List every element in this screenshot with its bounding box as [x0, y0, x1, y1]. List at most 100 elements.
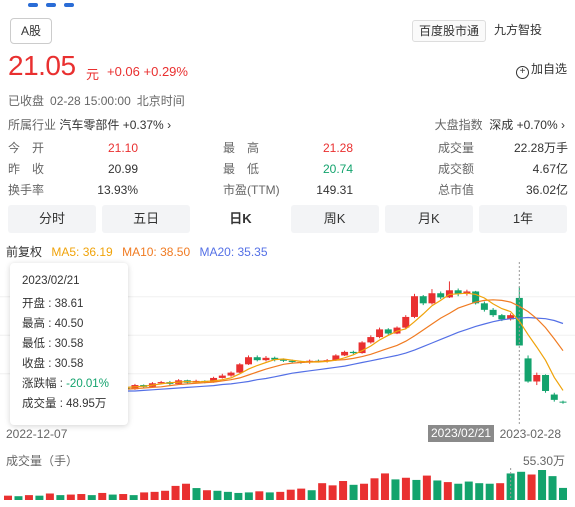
volume-bar	[150, 491, 159, 500]
axis-start-date: 2022-12-07	[6, 427, 68, 441]
candle-body	[489, 309, 497, 316]
stat-label: 昨 收	[8, 162, 45, 176]
volume-bar	[391, 479, 400, 500]
chevron-right-icon: ›	[561, 118, 565, 132]
volume-bar	[276, 491, 285, 500]
ma5-line	[100, 292, 564, 391]
volume-bar	[202, 490, 211, 500]
volume-label: 成交量（手）	[6, 454, 79, 468]
market-index-label: 大盘指数	[434, 118, 483, 132]
stat-label: 换手率	[8, 183, 45, 197]
cropped-title-fragment	[28, 0, 178, 7]
volume-bar	[370, 478, 379, 500]
candle-body	[428, 293, 436, 304]
volume-bar	[77, 494, 86, 500]
volume-bar	[24, 495, 33, 500]
candle-body	[498, 315, 506, 320]
volume-bar	[66, 494, 75, 500]
market-status-line: 已收盘 02-28 15:00:00 北京时间	[8, 92, 191, 109]
volume-bar	[380, 473, 389, 500]
candle-body	[384, 329, 392, 334]
tab-period[interactable]: 分时	[8, 205, 96, 233]
candle-body	[550, 394, 558, 400]
candle-body	[227, 372, 235, 376]
volume-bar	[45, 493, 54, 500]
volume-bar	[108, 494, 117, 500]
market-tab-a-share[interactable]: A股	[10, 18, 53, 44]
volume-bar	[140, 492, 149, 500]
candle-body	[349, 351, 357, 354]
cursor-date-badge: 2023/02/21	[428, 425, 495, 442]
stat-item: 成交量 22.28万手	[438, 138, 568, 158]
chevron-right-icon: ›	[167, 118, 172, 132]
current-price: 21.05	[8, 50, 76, 81]
stat-label: 总市值	[438, 183, 475, 197]
stat-label: 今 开	[8, 141, 45, 155]
volume-chart	[4, 468, 567, 500]
ma5-value: MA5: 36.19	[51, 245, 113, 259]
tab-period[interactable]: 日K	[196, 205, 285, 233]
tooltip-close: 收盘 : 30.58	[22, 358, 84, 370]
stat-value: 20.99	[107, 162, 138, 176]
volume-bar	[339, 481, 348, 500]
volume-bar	[464, 481, 473, 500]
volume-bar	[360, 483, 369, 500]
period-tabs: 分时 五日 日K 周K 月K 1年	[8, 205, 567, 233]
volume-bar	[307, 490, 316, 500]
tab-period[interactable]: 月K	[384, 205, 473, 233]
tab-period[interactable]: 周K	[290, 205, 379, 233]
tab-period[interactable]: 五日	[102, 205, 191, 233]
candle-body	[480, 303, 488, 310]
volume-bar	[35, 495, 44, 500]
add-watchlist-button[interactable]: + 加自选	[515, 60, 567, 79]
tooltip-volume: 成交量 : 48.95万	[22, 398, 107, 410]
stat-label: 成交量	[438, 141, 475, 155]
stat-value: 36.02亿	[525, 183, 568, 197]
candle-body	[524, 358, 532, 382]
volume-bar	[234, 492, 243, 500]
stat-value: 13.93%	[97, 183, 138, 197]
market-index-value: 深成 +0.70%	[489, 118, 558, 132]
industry-label: 所属行业	[8, 118, 57, 132]
volume-bar	[422, 475, 431, 500]
market-index-link[interactable]: 大盘指数 深成 +0.70% ›	[435, 116, 565, 133]
stat-value: 20.74	[322, 162, 353, 176]
volume-bar	[255, 491, 264, 500]
candle-body	[341, 351, 349, 356]
stat-item: 换手率 13.93%	[8, 180, 138, 200]
chip-jiufang[interactable]: 九方智投	[488, 20, 548, 40]
candle-body	[236, 364, 244, 373]
chip-baidu-stock[interactable]: 百度股市通	[412, 20, 487, 42]
candle-body	[559, 401, 567, 403]
industry-value: 汽车零部件 +0.37%	[59, 118, 164, 132]
adjust-mode-label[interactable]: 前复权	[6, 245, 42, 259]
cropped-header-strip	[0, 0, 575, 8]
stat-item: 总市值 36.02亿	[438, 180, 568, 200]
plus-circle-icon: +	[515, 66, 529, 79]
volume-bar	[192, 488, 201, 500]
stat-item: 市盈(TTM) 149.31	[223, 180, 353, 200]
candle-body	[437, 293, 445, 298]
volume-bar	[182, 483, 191, 500]
volume-bar	[318, 483, 327, 500]
stat-item: 昨 收 20.99	[8, 159, 138, 179]
candle-body	[419, 296, 427, 304]
volume-bar	[349, 484, 358, 500]
volume-bar	[4, 495, 12, 500]
candle-body	[402, 316, 410, 328]
tab-period[interactable]: 1年	[479, 205, 567, 233]
industry-link[interactable]: 所属行业 汽车零部件 +0.37% ›	[8, 116, 171, 133]
stat-value: 21.10	[107, 141, 138, 155]
stat-value: 4.67亿	[532, 162, 568, 176]
candle-body	[542, 374, 550, 391]
volume-bar	[286, 489, 295, 500]
volume-bar	[297, 488, 306, 500]
stat-value: 21.28	[322, 141, 353, 155]
candle-body	[410, 296, 418, 317]
add-watchlist-label: 加自选	[530, 62, 567, 76]
volume-max: 55.30万	[522, 454, 565, 468]
axis-end-date: 2023-02-28	[499, 427, 561, 441]
tooltip-open: 开盘 : 38.61	[22, 298, 84, 310]
candle-body	[245, 357, 253, 365]
ma-legend: 前复权 MA5: 36.19 MA10: 38.50 MA20: 35.35	[6, 243, 274, 260]
